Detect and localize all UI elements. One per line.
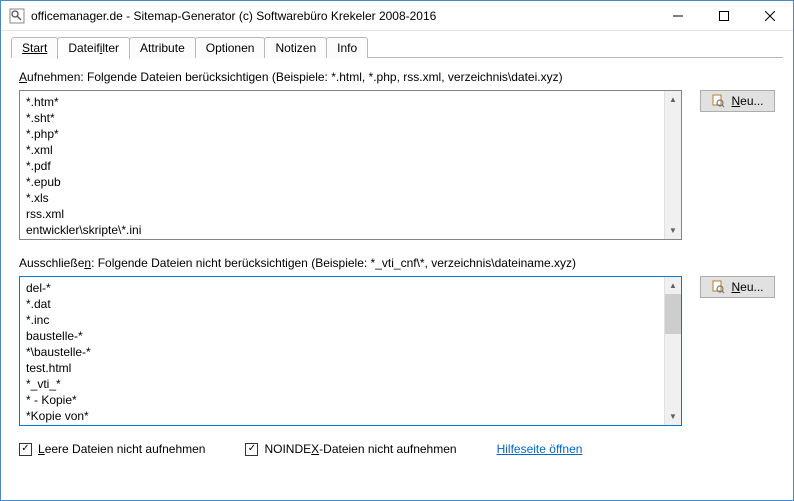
- tab-info[interactable]: Info: [326, 37, 368, 58]
- minimize-button[interactable]: [655, 1, 701, 30]
- tab-content: Aufnehmen: Folgende Dateien berücksichti…: [1, 58, 793, 500]
- scroll-up-icon[interactable]: ▲: [665, 277, 681, 294]
- exclude-textarea[interactable]: del-* *.dat *.inc baustelle-* *\baustell…: [19, 276, 682, 426]
- close-button[interactable]: [747, 1, 793, 30]
- include-label: Aufnehmen: Folgende Dateien berücksichti…: [19, 70, 775, 84]
- checkbox-box: ✓: [19, 443, 32, 456]
- scroll-thumb[interactable]: [665, 294, 681, 334]
- exclude-label: Ausschließen: Folgende Dateien nicht ber…: [19, 256, 775, 270]
- tab-optionen[interactable]: Optionen: [195, 37, 266, 58]
- scroll-down-icon[interactable]: ▼: [665, 408, 681, 425]
- app-icon: [9, 8, 25, 24]
- search-file-icon: [711, 280, 725, 294]
- help-link[interactable]: Hilfeseite öffnen: [497, 442, 583, 456]
- include-row: *.htm* *.sht* *.php* *.xml *.pdf *.epub …: [19, 90, 775, 240]
- exclude-textarea-content: del-* *.dat *.inc baustelle-* *\baustell…: [20, 277, 664, 425]
- tab-attribute[interactable]: Attribute: [129, 37, 196, 58]
- search-file-icon: [711, 94, 725, 108]
- checkbox-box: ✓: [245, 443, 258, 456]
- noindex-checkbox[interactable]: ✓ NOINDEX-Dateien nicht aufnehmen: [245, 442, 456, 456]
- scroll-down-icon[interactable]: ▼: [665, 222, 681, 239]
- checkbox-label: Leere Dateien nicht aufnehmen: [38, 442, 205, 456]
- include-scrollbar[interactable]: ▲ ▼: [664, 91, 681, 239]
- window-title: officemanager.de - Sitemap-Generator (c)…: [31, 9, 655, 23]
- tab-dateifilter[interactable]: Dateifilter: [57, 37, 130, 59]
- include-textarea[interactable]: *.htm* *.sht* *.php* *.xml *.pdf *.epub …: [19, 90, 682, 240]
- bottom-options: ✓ Leere Dateien nicht aufnehmen ✓ NOINDE…: [19, 432, 775, 456]
- tab-start[interactable]: Start: [11, 37, 58, 58]
- window-controls: [655, 1, 793, 30]
- checkbox-label: NOINDEX-Dateien nicht aufnehmen: [264, 442, 456, 456]
- exclude-scrollbar[interactable]: ▲ ▼: [664, 277, 681, 425]
- titlebar: officemanager.de - Sitemap-Generator (c)…: [1, 1, 793, 31]
- tab-notizen[interactable]: Notizen: [264, 37, 327, 58]
- exclude-new-button[interactable]: Neu...: [700, 276, 775, 298]
- tabbar: Start Dateifilter Attribute Optionen Not…: [1, 31, 793, 58]
- scroll-up-icon[interactable]: ▲: [665, 91, 681, 108]
- maximize-button[interactable]: [701, 1, 747, 30]
- include-textarea-content: *.htm* *.sht* *.php* *.xml *.pdf *.epub …: [20, 91, 664, 239]
- include-new-button[interactable]: Neu...: [700, 90, 775, 112]
- empty-files-checkbox[interactable]: ✓ Leere Dateien nicht aufnehmen: [19, 442, 205, 456]
- exclude-row: del-* *.dat *.inc baustelle-* *\baustell…: [19, 276, 775, 426]
- app-window: officemanager.de - Sitemap-Generator (c)…: [0, 0, 794, 501]
